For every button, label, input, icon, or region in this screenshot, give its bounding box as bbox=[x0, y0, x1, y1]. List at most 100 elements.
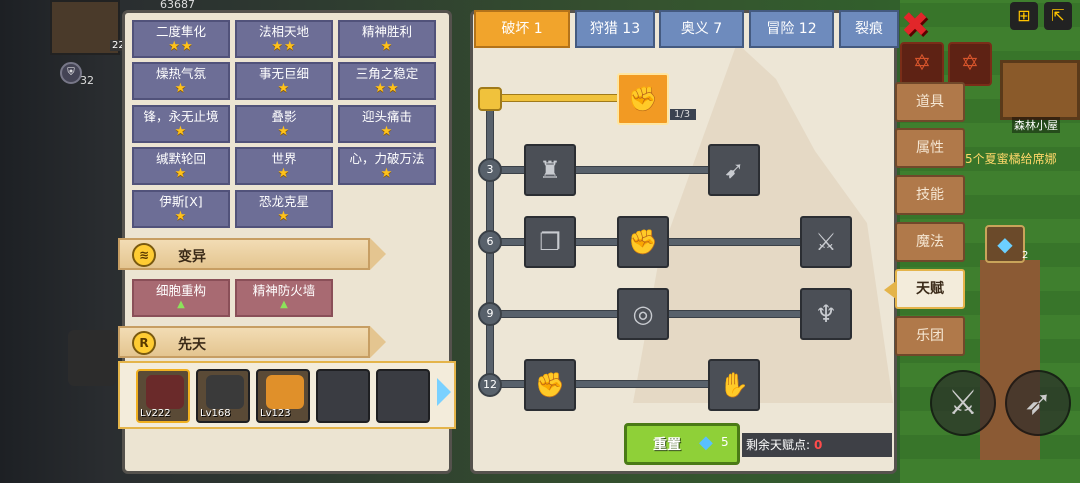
talent-cell[interactable]: 叠影 ★ bbox=[235, 105, 333, 143]
star-rating-icon: ★ bbox=[277, 209, 291, 224]
tier-marker: 6 bbox=[478, 230, 502, 254]
talent-name: 事无巨细 bbox=[258, 67, 309, 81]
character-avatar bbox=[146, 375, 184, 409]
innate-r-icon: R bbox=[132, 331, 156, 355]
side-tab-skills[interactable]: 技能 bbox=[895, 175, 965, 215]
rune-icon: ✡ bbox=[948, 42, 992, 86]
talent-name: 燥热气氛 bbox=[155, 67, 206, 81]
tier-marker: 9 bbox=[478, 302, 502, 326]
character-slot-empty[interactable] bbox=[316, 369, 370, 423]
talent-name: 世界 bbox=[271, 152, 297, 166]
talent-node-body[interactable]: ♜ bbox=[524, 144, 576, 196]
talent-node-fist[interactable]: ✊ bbox=[524, 359, 576, 411]
talent-name: 伊斯[X] bbox=[159, 195, 203, 209]
tier-marker: 3 bbox=[478, 158, 502, 182]
tab-adventure[interactable]: 冒险 12 bbox=[749, 10, 834, 48]
tree-root-dot bbox=[478, 87, 502, 111]
mutation-name: 精神防火墙 bbox=[252, 284, 316, 298]
talent-name: 法相天地 bbox=[258, 25, 309, 39]
talent-cell[interactable]: 缄默轮回 ★ bbox=[132, 147, 230, 185]
talent-name: 二度隼化 bbox=[155, 25, 206, 39]
talent-cell[interactable]: 法相天地 ★★ bbox=[235, 20, 333, 58]
talent-cell[interactable]: 恐龙克星 ★ bbox=[235, 190, 333, 228]
talent-cell[interactable]: 伊斯[X] ★ bbox=[132, 190, 230, 228]
talent-cell[interactable]: 锋，永无止境 ★ bbox=[132, 105, 230, 143]
sword-attack-button[interactable]: ⚔ bbox=[930, 370, 996, 436]
upgrade-arrow-icon: ▲ bbox=[177, 299, 185, 310]
exit-icon[interactable]: ⇱ bbox=[1044, 2, 1072, 30]
star-rating-icon: ★ bbox=[174, 124, 188, 139]
talent-node-demon[interactable]: ♆ bbox=[800, 288, 852, 340]
talent-cell[interactable]: 三角之稳定 ★★ bbox=[338, 62, 436, 100]
gem-slot-count: 2 bbox=[1022, 250, 1029, 261]
talent-cell[interactable]: 燥热气氛 ★ bbox=[132, 62, 230, 100]
side-tab-items[interactable]: 道具 bbox=[895, 82, 965, 122]
talent-cell[interactable]: 心，力破万法 ★ bbox=[338, 147, 436, 185]
move-joystick[interactable] bbox=[68, 330, 116, 386]
innate-title: 先天 bbox=[178, 337, 206, 353]
arrow-strike-icon: ➹ bbox=[723, 156, 745, 184]
mutation-cell[interactable]: 细胞重构 ▲ bbox=[132, 279, 230, 317]
tier-marker: 12 bbox=[478, 373, 502, 397]
diamond-icon: ◆ bbox=[699, 432, 713, 453]
mutation-cell[interactable]: 精神防火墙 ▲ bbox=[235, 279, 333, 317]
talent-cell[interactable]: 二度隼化 ★★ bbox=[132, 20, 230, 58]
star-rating-icon: ★ bbox=[380, 166, 394, 181]
character-slot[interactable]: Lv168 bbox=[196, 369, 250, 423]
star-rating-icon: ★ bbox=[277, 81, 291, 96]
character-slot[interactable]: Lv222 bbox=[136, 369, 190, 423]
scroll-right-arrow-icon[interactable] bbox=[437, 378, 451, 406]
punch-icon: ✊ bbox=[628, 228, 658, 256]
talent-node-cards[interactable]: ❐ bbox=[524, 216, 576, 268]
talent-name: 缄默轮回 bbox=[155, 152, 206, 166]
remaining-points: 剩余天赋点: 0 bbox=[742, 433, 892, 457]
talent-cell[interactable]: 精神胜利 ★ bbox=[338, 20, 436, 58]
talent-node-arrow[interactable]: ➹ bbox=[708, 144, 760, 196]
talent-cell[interactable]: 世界 ★ bbox=[235, 147, 333, 185]
remaining-value: 0 bbox=[814, 438, 823, 452]
side-tab-magic[interactable]: 魔法 bbox=[895, 222, 965, 262]
network-icon[interactable]: ⊞ bbox=[1010, 2, 1038, 30]
shield-icon: ⛨ bbox=[60, 62, 82, 84]
character-slot[interactable]: Lv123 bbox=[256, 369, 310, 423]
reset-label: 重置 bbox=[653, 437, 681, 453]
talent-node-ripple[interactable]: ◎ bbox=[617, 288, 669, 340]
talent-cell[interactable]: 迎头痛击 ★ bbox=[338, 105, 436, 143]
talent-node-gauntlet[interactable]: ✋ bbox=[708, 359, 760, 411]
bow-icon: ➶ bbox=[1023, 383, 1053, 423]
tab-mystic[interactable]: 奥义 7 bbox=[659, 10, 744, 48]
side-tab-attributes[interactable]: 属性 bbox=[895, 128, 965, 168]
handshake-icon: ✊ bbox=[628, 85, 658, 113]
tab-hunt[interactable]: 狩猎 13 bbox=[575, 10, 655, 48]
sword-icon: ⚔ bbox=[947, 383, 979, 423]
star-rating-icon: ★ bbox=[174, 166, 188, 181]
mutation-name: 细胞重构 bbox=[155, 284, 206, 298]
bow-attack-button[interactable]: ➶ bbox=[1005, 370, 1071, 436]
house-label: 森林小屋 bbox=[1012, 117, 1060, 133]
tab-rift[interactable]: 裂痕 bbox=[839, 10, 899, 48]
talent-name: 心，力破万法 bbox=[349, 152, 425, 166]
remaining-label: 剩余天赋点: bbox=[746, 438, 811, 452]
shield-value: 32 bbox=[80, 74, 94, 87]
tab-destroy[interactable]: 破坏 1 bbox=[474, 10, 570, 48]
side-tab-band[interactable]: 乐团 bbox=[895, 316, 965, 356]
close-icon[interactable]: ✖ bbox=[898, 8, 932, 44]
mutation-title: 变异 bbox=[178, 249, 206, 265]
talent-name: 三角之稳定 bbox=[355, 67, 419, 81]
character-slot-empty[interactable] bbox=[376, 369, 430, 423]
gem-slot[interactable]: ◆ bbox=[985, 225, 1025, 263]
node-count: 1/3 bbox=[670, 109, 697, 120]
gem-icon: ◆ bbox=[997, 232, 1013, 256]
gauntlet-icon: ✋ bbox=[719, 371, 749, 399]
forest-house bbox=[1000, 60, 1080, 120]
reset-button[interactable]: 重置 ◆ 5 bbox=[624, 423, 740, 465]
talent-node-sword[interactable]: ⚔ bbox=[800, 216, 852, 268]
tree-branch-line bbox=[490, 94, 620, 102]
side-tab-talent[interactable]: 天赋 bbox=[895, 269, 965, 309]
rune-icon: ✡ bbox=[900, 42, 944, 86]
dna-icon: ≋ bbox=[132, 243, 156, 267]
talent-cell[interactable]: 事无巨细 ★ bbox=[235, 62, 333, 100]
character-avatar bbox=[206, 375, 244, 409]
talent-node-handshake[interactable]: ✊ bbox=[617, 73, 669, 125]
talent-node-punch[interactable]: ✊ bbox=[617, 216, 669, 268]
